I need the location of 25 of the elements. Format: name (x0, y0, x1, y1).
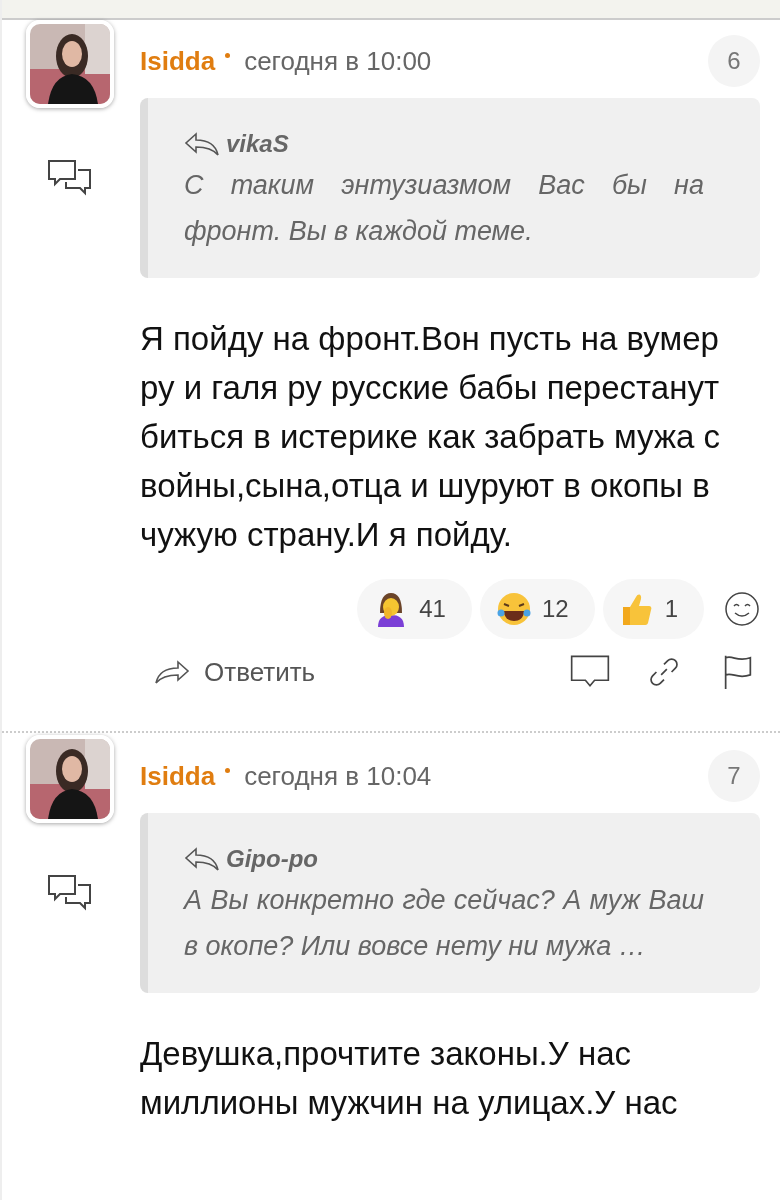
separator-dot (225, 52, 231, 58)
quoted-author[interactable]: Gipo-po (226, 845, 318, 873)
reply-arrow-icon (154, 659, 190, 685)
quoted-author[interactable]: vikaS (226, 130, 289, 158)
quote-text: С таким энтузиазмом Вас бы на фронт. Вы в каждой теме. (184, 169, 704, 248)
post-text: Я пойду на фронт.Вон пусть на вумер ру и галя ру русские бабы перестанут биться в истерике как забрать мужа с войны,сына,отца и шуруют в окопы в чужую страну.И я пойду. (140, 319, 721, 555)
reply-arrow-icon (184, 846, 220, 872)
post-time: сегодня в 10:04 (244, 760, 432, 792)
reply-button[interactable]: Ответить (140, 656, 316, 688)
laughing-emoji-icon (495, 591, 532, 627)
reply-arrow-icon (184, 131, 220, 157)
reaction-button[interactable]: 41 (357, 579, 472, 639)
comments-icon[interactable] (46, 873, 94, 913)
separator-dot (225, 767, 231, 773)
author-name[interactable]: Isidda (140, 45, 216, 77)
post-number[interactable]: 6 (708, 35, 760, 87)
post-time: сегодня в 10:00 (244, 45, 432, 77)
comments-icon[interactable] (46, 158, 94, 198)
post-number[interactable]: 7 (708, 750, 760, 802)
author-name[interactable]: Isidda (140, 760, 216, 792)
add-reaction-smiley-icon[interactable] (724, 591, 760, 627)
quote-text: А Вы конкретно где сейчас? А муж Ваш в окопе? Или вовсе нету ни мужа … (184, 884, 704, 963)
post-text: Девушка,прочтите законы.У нас миллионы мужчин на улицах.У нас (140, 1034, 679, 1123)
reaction-button[interactable]: 1 (602, 579, 704, 639)
reaction-button[interactable]: 12 (479, 579, 595, 639)
